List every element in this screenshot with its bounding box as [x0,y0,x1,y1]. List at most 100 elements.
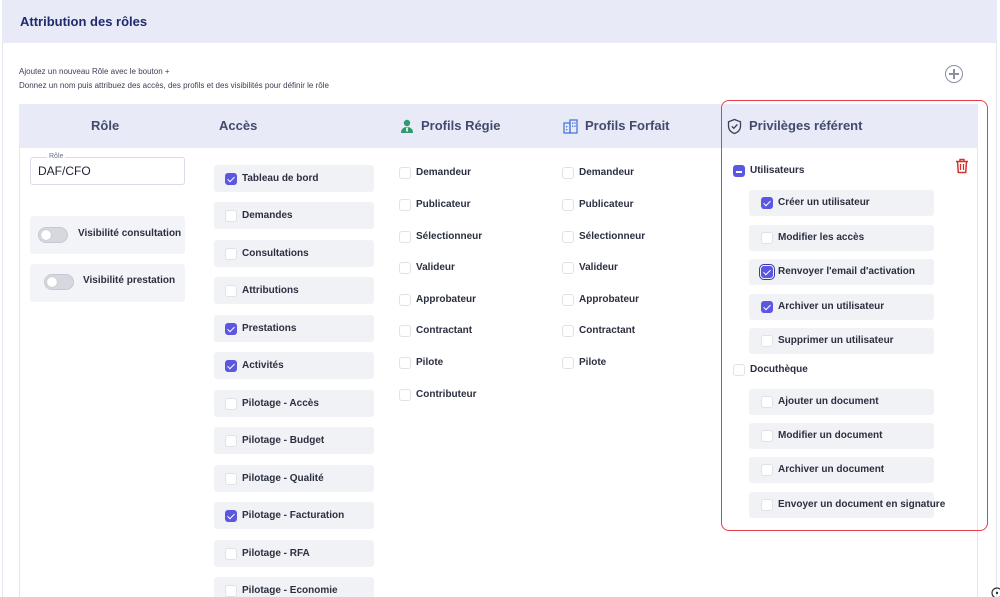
acces-item-pilotage-rfa[interactable]: Pilotage - RFA [214,540,374,567]
acces-label: Demandes [242,210,293,221]
privilege-item-archiver-un-document[interactable]: Archiver un document [749,457,934,483]
trash-icon[interactable] [955,158,969,174]
acces-item-activites[interactable]: Activités [214,352,374,379]
regie-label: Contractant [416,325,473,336]
acces-checkbox[interactable] [225,323,237,335]
forfait-checkbox[interactable] [562,325,574,337]
privilege-item-supprimer-un-utilisateur[interactable]: Supprimer un utilisateur [749,328,934,354]
regie-checkbox[interactable] [399,262,411,274]
acces-label: Activités [242,360,284,371]
privilege-item-creer-un-utilisateur[interactable]: Créer un utilisateur [749,190,934,216]
acces-item-consultations[interactable]: Consultations [214,240,374,267]
acces-label: Attributions [242,285,299,296]
header-acces: Accès [219,104,257,148]
privilege-checkbox[interactable] [761,464,773,476]
forfait-checkbox[interactable] [562,199,574,211]
acces-label: Pilotage - Economie [242,585,338,596]
acces-checkbox[interactable] [225,585,237,597]
acces-checkbox[interactable] [225,510,237,522]
acces-item-pilotage-budget[interactable]: Pilotage - Budget [214,427,374,454]
acces-item-pilotage-facturation[interactable]: Pilotage - Facturation [214,502,374,529]
regie-checkbox[interactable] [399,231,411,243]
regie-checkbox[interactable] [399,294,411,306]
privilege-item-ajouter-un-document[interactable]: Ajouter un document [749,389,934,415]
header-role: Rôle [91,104,119,148]
header-acces-label: Accès [219,118,258,133]
regie-checkbox[interactable] [399,389,411,401]
role-name-value[interactable]: DAF/CFO [38,164,91,178]
helper-text-1: Ajoutez un nouveau Rôle avec le bouton + [19,67,170,76]
regie-checkbox[interactable] [399,325,411,337]
docutheque-checkbox[interactable] [733,364,745,376]
privilege-item-archiver-un-utilisateur[interactable]: Archiver un utilisateur [749,294,934,320]
regie-label: Sélectionneur [416,231,483,242]
visibilite-consultation-toggle[interactable] [38,227,68,243]
privilege-item-modifier-les-acces[interactable]: Modifier les accès [749,225,934,251]
acces-checkbox[interactable] [225,210,237,222]
privilege-checkbox[interactable] [761,197,773,209]
header-profils-forfait: Profils Forfait [562,104,670,148]
privilege-checkbox[interactable] [761,396,773,408]
add-role-button[interactable] [945,65,963,83]
regie-checkbox[interactable] [399,199,411,211]
privilege-item-renvoyer-l-email-d-activation[interactable]: Renvoyer l'email d'activation [749,259,934,285]
forfait-checkbox[interactable] [562,294,574,306]
acces-label: Pilotage - Budget [242,435,325,446]
acces-label: Consultations [242,248,309,259]
privilege-checkbox[interactable] [759,264,775,280]
acces-checkbox[interactable] [225,360,237,372]
privilege-label: Ajouter un document [778,396,879,407]
privilege-label: Supprimer un utilisateur [778,335,894,346]
privilege-label: Archiver un document [778,464,885,475]
acces-checkbox[interactable] [225,473,237,485]
visibilite-consultation-label: Visibilité consultation [78,228,182,239]
privilege-label: Archiver un utilisateur [778,301,885,312]
privilege-label: Envoyer un document en signature [778,499,946,510]
privilege-item-envoyer-un-document-en-signature[interactable]: Envoyer un document en signature [749,492,945,518]
forfait-checkbox[interactable] [562,231,574,243]
regie-label: Pilote [416,357,444,368]
regie-label: Valideur [416,262,455,273]
utilisateurs-checkbox[interactable] [733,165,745,177]
privilege-item-modifier-un-document[interactable]: Modifier un document [749,423,934,449]
helper-text-2: Donnez un nom puis attribuez des accès, … [19,81,329,90]
privilege-checkbox[interactable] [761,335,773,347]
acces-item-pilotage-economie[interactable]: Pilotage - Economie [214,577,374,597]
acces-checkbox[interactable] [225,548,237,560]
acces-item-demandes[interactable]: Demandes [214,202,374,229]
acces-item-prestations[interactable]: Prestations [214,315,374,342]
acces-label: Pilotage - Accès [242,398,319,409]
regie-checkbox[interactable] [399,357,411,369]
privilege-checkbox[interactable] [761,499,773,511]
page-header: Attribution des rôles [2,0,997,43]
privilege-checkbox[interactable] [761,301,773,313]
acces-checkbox[interactable] [225,285,237,297]
forfait-label: Contractant [579,325,636,336]
forfait-checkbox[interactable] [562,262,574,274]
forfait-label: Demandeur [579,167,635,178]
acces-checkbox[interactable] [225,398,237,410]
acces-checkbox[interactable] [225,248,237,260]
acces-item-pilotage-acces[interactable]: Pilotage - Accès [214,390,374,417]
forfait-checkbox[interactable] [562,357,574,369]
acces-item-tableau-de-bord[interactable]: Tableau de bord [214,165,374,192]
acces-item-pilotage-qualite[interactable]: Pilotage - Qualité [214,465,374,492]
privilege-checkbox[interactable] [761,232,773,244]
header-profils-regie-label: Profils Régie [421,118,501,133]
visibilite-prestation-toggle[interactable] [44,274,74,290]
regie-label: Approbateur [416,294,476,305]
privilege-checkbox[interactable] [761,430,773,442]
forfait-checkbox[interactable] [562,167,574,179]
forfait-label: Sélectionneur [579,231,646,242]
privilege-label: Modifier un document [778,430,883,441]
acces-checkbox[interactable] [225,173,237,185]
visibilite-prestation-label: Visibilité prestation [83,275,176,286]
cursor-icon [991,587,1000,597]
acces-label: Prestations [242,323,297,334]
acces-item-attributions[interactable]: Attributions [214,277,374,304]
acces-label: Pilotage - RFA [242,548,310,559]
regie-checkbox[interactable] [399,167,411,179]
header-profils-forfait-label: Profils Forfait [585,118,670,133]
regie-label: Publicateur [416,199,471,210]
acces-checkbox[interactable] [225,435,237,447]
